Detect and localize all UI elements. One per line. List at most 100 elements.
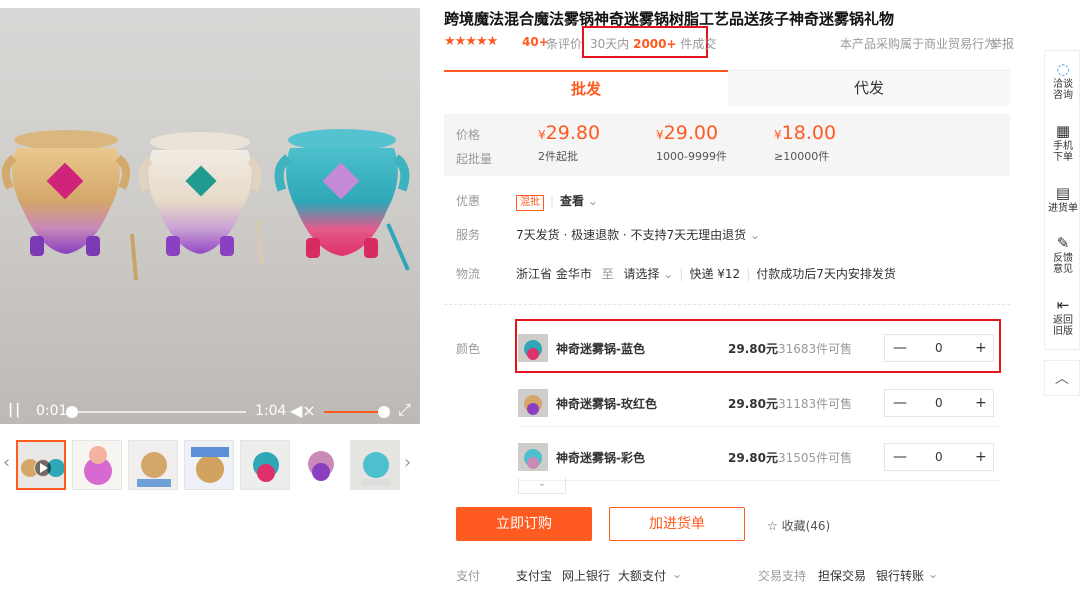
chevron-down-icon[interactable]: ⌄ <box>928 567 938 581</box>
promo-view-link[interactable]: 查看 <box>560 194 584 208</box>
chat-icon: ◌ <box>1056 60 1070 78</box>
thumbnail-image <box>185 441 233 489</box>
service-text: 7天发货 · 极速退款 · 不支持7天无理由退货 <box>516 228 747 242</box>
decrease-button[interactable]: — <box>893 395 907 411</box>
chevron-down-icon[interactable]: ⌄ <box>588 194 598 208</box>
quantity-input[interactable]: 0 <box>935 396 943 410</box>
favorite-button[interactable]: ☆ 收藏(46) <box>767 517 830 534</box>
logistics-label: 物流 <box>456 267 481 281</box>
thumbnail-image[interactable] <box>296 440 346 490</box>
sidebar-label: 旧版 <box>1053 326 1073 337</box>
fullscreen-icon[interactable]: ⤢ <box>398 400 411 420</box>
express-fee: 快递 ¥12 <box>689 267 741 281</box>
product-video[interactable]: || 0:01 1:04 ◀× ⤢ <box>0 8 420 424</box>
report-link[interactable]: 举报 <box>990 35 1014 52</box>
sidebar-item-old-version[interactable]: ⇤ 返回 旧版 <box>1045 297 1080 337</box>
edit-icon: ✎ <box>1056 234 1070 252</box>
back-to-top-icon[interactable]: ︿ <box>1044 360 1080 396</box>
sidebar-label: 洽谈 <box>1053 79 1073 90</box>
thumbnail-strip: ‹ › <box>0 438 420 490</box>
tier-price: 18.00 <box>781 122 837 144</box>
trade-support-label: 交易支持 <box>758 569 807 583</box>
thumbnail-image <box>73 441 121 489</box>
section-divider <box>444 304 1010 305</box>
sales-prefix: 30天内 <box>590 37 630 51</box>
sku-highlight-box <box>515 319 1001 373</box>
tier-quantity: ≥10000件 <box>774 150 830 163</box>
pause-button[interactable]: || <box>8 402 22 418</box>
sidebar-item-consult[interactable]: ◌ 洽谈 咨询 <box>1045 61 1080 101</box>
destination-select[interactable]: 请选择 <box>624 267 660 281</box>
right-sidebar: ◌ 洽谈 咨询 ▦ 手机 下单 ▤ 进货单 ✎ 反馈 意见 ⇤ 返回 旧版 <box>1044 50 1080 350</box>
sidebar-label: 返回 <box>1053 315 1073 326</box>
currency-symbol: ¥ <box>656 128 664 142</box>
sidebar-item-cart[interactable]: ▤ 进货单 <box>1045 185 1080 214</box>
promo-label: 优惠 <box>456 194 481 208</box>
mute-icon[interactable]: ◀× <box>290 401 316 420</box>
review-count[interactable]: 40+ <box>522 35 549 49</box>
price-label: 价格 <box>456 128 481 142</box>
mixed-batch-tag: 混批 <box>516 195 544 211</box>
favorite-label: 收藏(46) <box>781 519 831 533</box>
decrease-button[interactable]: — <box>893 449 907 465</box>
tier-quantity: 2件起批 <box>538 150 578 163</box>
currency-symbol: ¥ <box>538 128 546 142</box>
sales-count: 30天内 2000+ 件成交 <box>590 35 716 52</box>
sku-name: 神奇迷雾锅-彩色 <box>556 451 645 465</box>
expand-skus-chevron-icon[interactable]: ⌄ <box>518 478 566 494</box>
price-tier-3: ¥18.00 ≥10000件 <box>774 122 836 164</box>
price-tier-2: ¥29.00 1000-9999件 <box>656 122 727 164</box>
volume-slider[interactable] <box>324 411 384 413</box>
order-now-button[interactable]: 立即订购 <box>456 507 592 541</box>
sku-price: 29.80元 <box>728 451 778 465</box>
video-progress-handle[interactable] <box>66 406 78 418</box>
sku-row: 神奇迷雾锅-彩色 29.80元 31505件可售 — 0 + <box>518 431 1000 481</box>
chevron-down-icon[interactable]: ⌄ <box>672 567 682 581</box>
service-label: 服务 <box>456 228 481 242</box>
color-label: 颜色 <box>456 342 481 356</box>
sidebar-item-mobile-order[interactable]: ▦ 手机 下单 <box>1045 123 1080 163</box>
thumbnail-image[interactable] <box>72 440 122 490</box>
video-frame-image <box>1 129 410 281</box>
thumbnail-video[interactable] <box>16 440 66 490</box>
sku-stock: 31505件可售 <box>778 451 853 465</box>
quantity-input[interactable]: 0 <box>935 450 943 464</box>
sku-row: 神奇迷雾锅-玫红色 29.80元 31183件可售 — 0 + <box>518 377 1000 427</box>
to-label: 至 <box>601 267 614 281</box>
video-progress-track[interactable] <box>70 411 246 413</box>
thumbnail-image <box>21 459 64 477</box>
chevron-down-icon[interactable]: ⌄ <box>750 228 760 242</box>
sku-name: 神奇迷雾锅-玫红色 <box>556 397 657 411</box>
sku-stock: 31183件可售 <box>778 397 853 411</box>
thumbnail-image[interactable] <box>184 440 234 490</box>
video-current-time: 0:01 <box>36 403 68 419</box>
increase-button[interactable]: + <box>975 449 987 465</box>
tab-dropship[interactable]: 代发 <box>728 70 1010 106</box>
increase-button[interactable]: + <box>975 395 987 411</box>
thumbnail-image <box>241 441 289 489</box>
sales-suffix: 件成交 <box>680 37 717 51</box>
video-total-time: 1:04 <box>255 403 287 419</box>
payment-method: 支付宝 <box>516 569 553 583</box>
purchase-tabs: 批发 代发 <box>444 70 1010 106</box>
thumbnail-image[interactable] <box>350 440 400 490</box>
price-tiers: 价格 起批量 ¥29.80 2件起批 ¥29.00 1000-9999件 ¥18… <box>444 114 1010 176</box>
chevron-left-icon[interactable]: ‹ <box>3 452 10 473</box>
currency-symbol: ¥ <box>774 128 782 142</box>
sidebar-item-feedback[interactable]: ✎ 反馈 意见 <box>1045 235 1080 275</box>
thumbnail-image[interactable] <box>128 440 178 490</box>
sidebar-label: 进货单 <box>1048 203 1078 214</box>
thumbnail-image[interactable] <box>240 440 290 490</box>
service-value[interactable]: 7天发货 · 极速退款 · 不支持7天无理由退货 ⌄ <box>516 226 760 243</box>
quantity-stepper: — 0 + <box>884 389 994 417</box>
volume-handle[interactable] <box>378 406 390 418</box>
chevron-right-icon[interactable]: › <box>404 452 411 473</box>
tier-price: 29.80 <box>545 122 601 144</box>
logistics-value: 浙江省 金华市 至 请选择 ⌄ | 快递 ¥12 | 付款成功后7天内安排发货 <box>516 267 896 281</box>
review-label[interactable]: 条评价 <box>546 35 582 52</box>
tier-price: 29.00 <box>663 122 719 144</box>
tab-wholesale[interactable]: 批发 <box>444 70 728 106</box>
thumbnail-image <box>296 440 346 490</box>
chevron-down-icon[interactable]: ⌄ <box>663 267 673 281</box>
add-to-cart-button[interactable]: 加进货单 <box>609 507 745 541</box>
